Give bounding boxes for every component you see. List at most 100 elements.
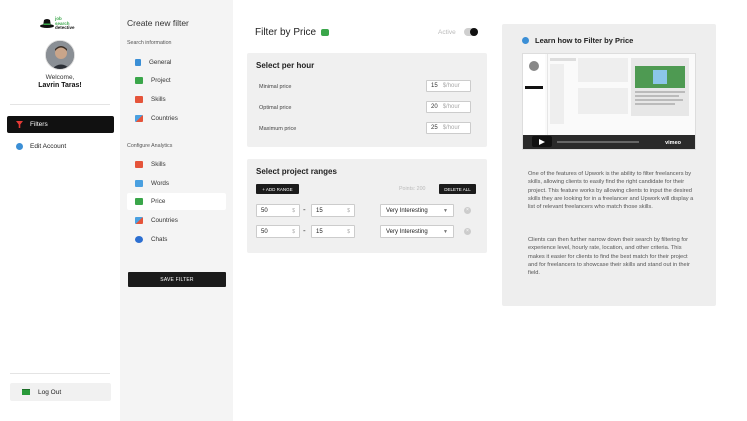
delete-all-button[interactable]: DELETE ALL xyxy=(439,184,476,194)
input-unit: $ xyxy=(347,207,350,214)
input-unit: $/hour xyxy=(442,83,460,89)
sidebar-item-edit-account[interactable]: Edit Account xyxy=(7,138,114,155)
range-from-input[interactable]: 50 $ xyxy=(256,225,300,238)
select-value: Very Interesting xyxy=(386,207,428,214)
logout-icon xyxy=(22,389,30,395)
section-label-search: Search information xyxy=(127,40,172,46)
chevron-down-icon: ▼ xyxy=(443,207,448,214)
input-value: 25 xyxy=(431,125,438,131)
input-value: 50 xyxy=(261,207,268,214)
interest-level-select[interactable]: Very Interesting ▼ xyxy=(380,225,454,238)
analytics-item-label: Price xyxy=(151,198,166,205)
input-value: 20 xyxy=(431,104,438,110)
page-title: Filter by Price xyxy=(255,27,330,38)
sidebar: job search detective Welcome, Lavrin Tar… xyxy=(0,0,120,421)
filter-item-skills[interactable]: Skills xyxy=(127,91,226,108)
range-to-input[interactable]: 15 $ xyxy=(311,225,355,238)
max-price-label: Maximum price xyxy=(259,126,297,132)
input-unit: $/hour xyxy=(442,125,460,131)
active-label: Active xyxy=(438,29,456,36)
learn-panel: Learn how to Filter by Price vimeo One o… xyxy=(502,24,716,306)
analytics-item-countries[interactable]: Countries xyxy=(127,212,226,229)
avatar[interactable] xyxy=(45,40,75,70)
sidebar-item-label: Filters xyxy=(30,121,48,128)
select-value: Very Interesting xyxy=(386,228,428,235)
app-logo[interactable]: job search detective xyxy=(40,15,84,33)
analytics-item-words[interactable]: Words xyxy=(127,175,226,192)
user-name: Lavrin Taras! xyxy=(38,82,82,89)
logo-text: job search detective xyxy=(55,16,75,30)
analytics-item-label: Skills xyxy=(151,161,166,168)
filter-icon xyxy=(16,121,23,128)
filters-panel-title: Create new filter xyxy=(127,18,189,28)
detective-hat-icon xyxy=(40,19,54,28)
add-range-button[interactable]: + ADD RANGE xyxy=(256,184,299,194)
analytics-item-label: Words xyxy=(151,180,170,187)
range-separator: - xyxy=(303,205,306,214)
video-progress-track[interactable] xyxy=(557,141,639,143)
optimal-price-input[interactable]: 20 $/hour xyxy=(426,101,471,113)
analytics-item-skills[interactable]: Skills xyxy=(127,156,226,173)
range-to-input[interactable]: 15 $ xyxy=(311,204,355,217)
map-icon xyxy=(135,115,143,122)
money-icon xyxy=(135,198,143,205)
learn-title-text: Learn how to Filter by Price xyxy=(535,36,634,45)
interest-level-select[interactable]: Very Interesting ▼ xyxy=(380,204,454,217)
video-controls: vimeo xyxy=(523,135,695,149)
range-separator: - xyxy=(303,226,306,235)
toggle-knob xyxy=(470,28,478,36)
filter-item-label: Countries xyxy=(151,115,178,122)
input-unit: $/hour xyxy=(442,104,460,110)
speech-bubble-icon xyxy=(135,180,143,187)
chat-icon xyxy=(135,236,143,243)
active-toggle[interactable] xyxy=(464,28,478,36)
save-filter-button[interactable]: SAVE FILTER xyxy=(128,272,226,287)
toolbox-icon xyxy=(135,161,143,168)
input-value: 15 xyxy=(316,207,323,214)
divider xyxy=(10,104,110,105)
toolbox-icon xyxy=(135,96,143,103)
remove-range-icon[interactable]: × xyxy=(464,228,471,235)
max-price-input[interactable]: 25 $/hour xyxy=(426,122,471,134)
remove-range-icon[interactable]: × xyxy=(464,207,471,214)
points-label: Points: 200 xyxy=(399,186,426,192)
filter-item-label: Project xyxy=(151,77,171,84)
logout-button[interactable]: Log Out xyxy=(10,383,111,401)
filter-item-countries[interactable]: Countries xyxy=(127,110,226,127)
analytics-item-label: Chats xyxy=(151,236,168,243)
page-title-text: Filter by Price xyxy=(255,27,317,38)
logout-label: Log Out xyxy=(38,388,62,396)
filter-item-label: General xyxy=(149,59,172,66)
tutorial-video[interactable]: vimeo xyxy=(522,53,696,150)
sidebar-item-filters[interactable]: Filters xyxy=(7,116,114,133)
input-unit: $ xyxy=(292,228,295,235)
play-icon[interactable] xyxy=(532,136,552,147)
money-icon xyxy=(321,29,330,36)
range-from-input[interactable]: 50 $ xyxy=(256,204,300,217)
welcome-text: Welcome, xyxy=(45,74,75,81)
input-value: 15 xyxy=(431,83,438,89)
video-thumbnail xyxy=(523,54,695,137)
input-value: 50 xyxy=(261,228,268,235)
globe-icon xyxy=(16,143,23,150)
learn-paragraph-1: One of the features of Upwork is the abi… xyxy=(528,171,694,211)
learn-title: Learn how to Filter by Price xyxy=(522,36,633,45)
filters-panel: Create new filter Search information Gen… xyxy=(120,0,233,421)
min-price-input[interactable]: 15 $/hour xyxy=(426,80,471,92)
filter-item-label: Skills xyxy=(151,96,166,103)
analytics-item-price[interactable]: Price xyxy=(127,193,226,210)
money-icon xyxy=(135,77,143,84)
card-title: Select project ranges xyxy=(256,167,337,176)
analytics-item-chats[interactable]: Chats xyxy=(127,231,226,248)
document-icon xyxy=(135,59,141,66)
optimal-price-label: Optimal price xyxy=(259,105,292,111)
section-label-analytics: Configure Analytics xyxy=(127,143,173,149)
vimeo-logo: vimeo xyxy=(665,140,681,146)
card-title: Select per hour xyxy=(256,61,315,70)
filter-item-project[interactable]: Project xyxy=(127,72,226,89)
learn-paragraph-2: Clients can then further narrow down the… xyxy=(528,237,690,277)
input-value: 15 xyxy=(316,228,323,235)
globe-icon xyxy=(522,37,529,44)
user-photo xyxy=(46,41,74,69)
filter-item-general[interactable]: General xyxy=(127,54,226,71)
